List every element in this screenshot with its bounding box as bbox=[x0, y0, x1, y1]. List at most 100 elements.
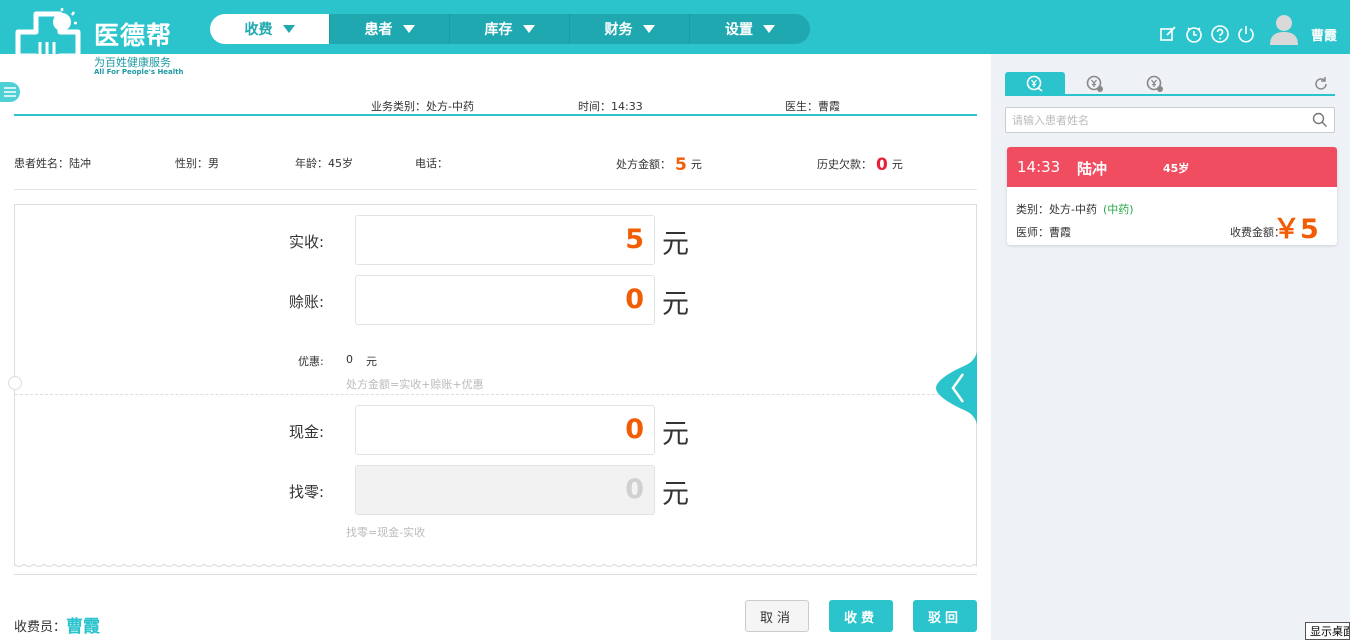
unit: 元 bbox=[662, 479, 689, 510]
label: 医师： bbox=[1016, 226, 1049, 239]
patient-gender: 性别：男 bbox=[175, 155, 219, 171]
header-icons bbox=[1158, 24, 1256, 44]
collapse-panel-button[interactable] bbox=[936, 352, 977, 424]
avatar[interactable] bbox=[1270, 13, 1298, 45]
unit: 元 bbox=[662, 419, 689, 450]
nav-label: 患者 bbox=[364, 22, 393, 38]
unit: 元 bbox=[662, 289, 689, 320]
edit-icon[interactable] bbox=[1158, 24, 1178, 44]
tab-refunded[interactable] bbox=[1125, 72, 1185, 96]
discount-unit: 元 bbox=[366, 355, 377, 368]
yen-user-icon bbox=[1026, 75, 1043, 92]
nav-settings[interactable]: 设置 bbox=[690, 14, 810, 44]
received-input[interactable]: 5 bbox=[355, 215, 655, 265]
label: 年龄： bbox=[295, 157, 328, 170]
nav-finance[interactable]: 财务 bbox=[570, 14, 690, 44]
label: 收费员： bbox=[14, 620, 67, 635]
refresh-icon[interactable] bbox=[1313, 76, 1329, 92]
chevron-down-icon bbox=[642, 25, 655, 33]
yen-check-icon bbox=[1086, 75, 1103, 92]
yen-return-icon bbox=[1146, 75, 1163, 92]
nav-label: 收费 bbox=[244, 22, 273, 38]
nav-charge[interactable]: 收费 bbox=[210, 14, 330, 44]
card-patient-name: 陆冲 bbox=[1077, 160, 1108, 178]
cash-input[interactable]: 0 bbox=[355, 405, 655, 455]
app-logo: 医德帮 为百姓健康服务 All For People's Health bbox=[14, 6, 184, 78]
card-age: 45岁 bbox=[1163, 162, 1190, 175]
logo-icon bbox=[15, 8, 81, 77]
sidebar-toggle[interactable] bbox=[0, 82, 20, 102]
reject-button[interactable]: 驳回 bbox=[913, 600, 977, 632]
card-fee: ￥5 bbox=[1273, 214, 1319, 245]
menu-icon bbox=[4, 87, 16, 97]
label: 历史欠款： bbox=[817, 158, 872, 171]
patient-phone: 电话： bbox=[415, 155, 448, 171]
nav-patients[interactable]: 患者 bbox=[330, 14, 450, 44]
label: 患者姓名： bbox=[14, 157, 69, 170]
category-tag: (中药) bbox=[1102, 203, 1134, 216]
tab-charged[interactable] bbox=[1065, 72, 1125, 96]
divider bbox=[14, 189, 977, 190]
label: 处方金额： bbox=[616, 158, 671, 171]
panel-wave-edge bbox=[14, 560, 977, 570]
card-doctor: 医师：曹霞 bbox=[1016, 224, 1071, 240]
value: 陆冲 bbox=[69, 157, 91, 170]
order-doctor: 医生：曹霞 bbox=[785, 100, 840, 113]
collector-name: 曹霞 bbox=[66, 617, 101, 637]
change-label: 找零: bbox=[289, 483, 325, 501]
search-input[interactable] bbox=[1012, 111, 1302, 129]
label: 类别： bbox=[1016, 203, 1049, 216]
chevron-down-icon bbox=[282, 25, 295, 33]
credit-label: 赊账: bbox=[289, 293, 325, 311]
value: 处方-中药 bbox=[1049, 203, 1097, 216]
cancel-button[interactable]: 取消 bbox=[745, 600, 809, 632]
dashed-divider bbox=[15, 394, 975, 395]
search-icon[interactable] bbox=[1312, 112, 1328, 128]
discount-label: 优惠: bbox=[298, 355, 324, 368]
tab-pending[interactable] bbox=[1005, 72, 1065, 96]
collector: 收费员：曹霞 bbox=[14, 612, 100, 637]
patient-queue-card[interactable]: 14:33 陆冲 45岁 类别：处方-中药 (中药) 医师：曹霞 收费金额： ￥5 bbox=[1007, 147, 1337, 245]
charge-button[interactable]: 收费 bbox=[829, 600, 893, 632]
label: 电话： bbox=[415, 157, 448, 170]
card-header: 14:33 陆冲 45岁 bbox=[1007, 147, 1337, 187]
business-type: 业务类别：处方-中药 bbox=[371, 100, 474, 113]
unit: 元 bbox=[662, 229, 689, 260]
value: 5 bbox=[675, 155, 687, 175]
queue-tabs bbox=[1005, 72, 1335, 96]
patient-name: 患者姓名：陆冲 bbox=[14, 155, 91, 171]
order-time: 时间：14:33 bbox=[578, 100, 643, 113]
value: 男 bbox=[208, 157, 219, 170]
credit-input[interactable]: 0 bbox=[355, 275, 655, 325]
value: 曹霞 bbox=[1049, 226, 1071, 239]
panel-notch bbox=[8, 376, 22, 390]
chevron-down-icon bbox=[763, 25, 775, 33]
username[interactable]: 曹霞 bbox=[1311, 25, 1337, 44]
show-desktop-tooltip[interactable]: 显示桌面 bbox=[1305, 622, 1350, 640]
value: 0 bbox=[876, 155, 888, 175]
label: 性别： bbox=[175, 157, 208, 170]
nav-inventory[interactable]: 库存 bbox=[450, 14, 570, 44]
divider bbox=[14, 574, 977, 575]
formula-hint: 找零=现金-实收 bbox=[346, 526, 426, 539]
change-input: 0 bbox=[355, 465, 655, 515]
app-name: 医德帮 bbox=[94, 21, 173, 50]
timer-icon[interactable] bbox=[1184, 24, 1204, 44]
patient-search bbox=[1005, 107, 1335, 133]
unit: 元 bbox=[891, 158, 903, 171]
power-icon[interactable] bbox=[1236, 24, 1256, 44]
chevron-down-icon bbox=[522, 25, 535, 33]
nav-label: 库存 bbox=[484, 22, 513, 38]
unit: 元 bbox=[690, 158, 702, 171]
help-icon[interactable] bbox=[1210, 24, 1230, 44]
rx-amount: 处方金额： 5 元 bbox=[616, 155, 702, 175]
nav-label: 财务 bbox=[604, 22, 633, 38]
value: 45岁 bbox=[328, 157, 353, 170]
nav-label: 设置 bbox=[725, 22, 753, 38]
formula-hint: 处方金额=实收+赊账+优惠 bbox=[346, 378, 484, 391]
main-nav: 收费 患者 库存 财务 设置 bbox=[210, 14, 810, 44]
chevron-down-icon bbox=[402, 25, 415, 33]
app-slogan-en: All For People's Health bbox=[94, 68, 184, 76]
discount-value: 0 bbox=[346, 353, 353, 366]
cash-label: 现金: bbox=[289, 423, 325, 441]
